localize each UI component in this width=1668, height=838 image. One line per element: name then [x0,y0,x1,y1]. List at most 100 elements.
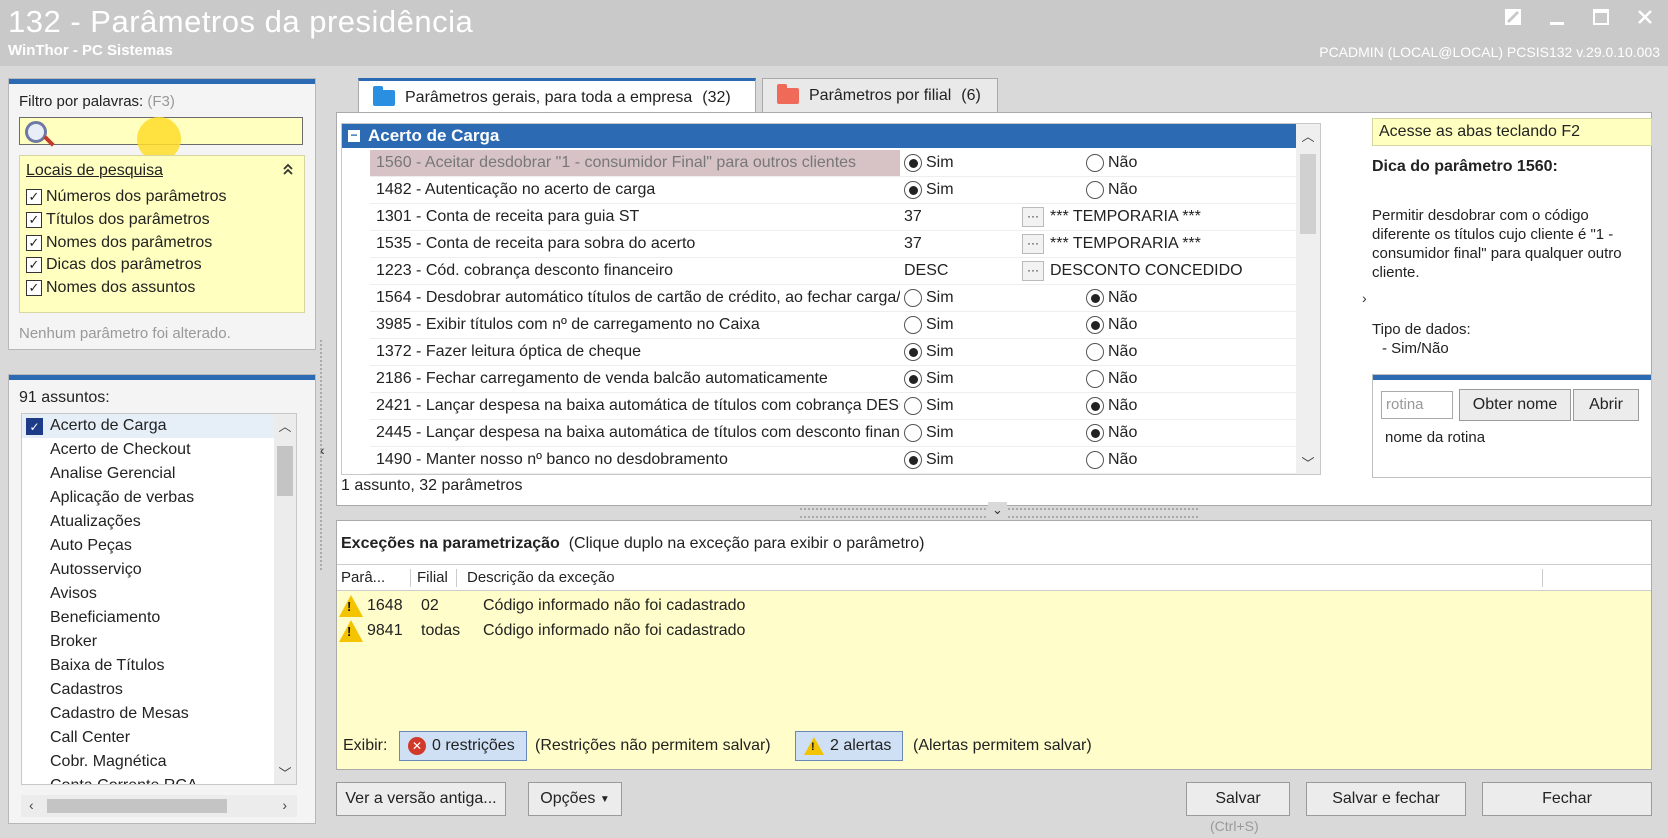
restrictions-button[interactable]: ✕ 0 restrições [399,731,527,761]
close-icon[interactable] [1634,6,1656,28]
list-item[interactable]: Aplicação de verbas [22,486,296,510]
parameter-row[interactable]: 1223 - Cód. cobrança desconto financeiro… [370,258,1296,285]
parameter-value[interactable]: Sim Não [900,312,1296,338]
checkbox-param-titles[interactable]: ✓ Títulos dos parâmetros [26,211,210,229]
list-item[interactable]: Acerto de Checkout [22,438,296,462]
parameter-value[interactable]: DESC ··· DESCONTO CONCEDIDO [900,258,1296,284]
chevron-right-icon[interactable]: › [1362,290,1367,306]
radio-no[interactable]: Não [1086,424,1137,442]
left-splitter[interactable]: ‹ [320,340,328,570]
list-item[interactable]: Atualizações [22,510,296,534]
horizontal-splitter[interactable]: ⌄ [800,502,1198,518]
checkbox-icon[interactable]: ✓ [26,257,42,273]
radio-yes[interactable]: Sim [904,451,954,469]
chevron-down-icon[interactable]: ﹀ [274,763,296,782]
subjects-list[interactable]: ✓ Acerto de Carga Acerto de Checkout Anal… [21,413,297,785]
radio-icon[interactable] [904,370,922,388]
parameter-row[interactable]: 1490 - Manter nosso nº banco no desdobra… [370,447,1296,474]
save-button[interactable]: Salvar [1186,782,1290,816]
radio-icon[interactable] [1086,397,1104,415]
radio-icon[interactable] [1086,289,1104,307]
list-item[interactable]: Cobr. Magnética [22,750,296,774]
column-header[interactable]: Descrição da exceção [463,569,1543,587]
parameter-value[interactable]: Sim Não [900,339,1296,365]
radio-yes[interactable]: Sim [904,154,954,172]
radio-icon[interactable] [1086,451,1104,469]
lookup-button[interactable]: ··· [1022,261,1044,281]
radio-yes[interactable]: Sim [904,370,954,388]
close-button[interactable]: Fechar [1482,782,1652,816]
radio-yes[interactable]: Sim [904,181,954,199]
checkbox-param-names[interactable]: ✓ Nomes dos parâmetros [26,234,212,252]
parameter-value[interactable]: Sim Não [900,285,1296,311]
alerts-button[interactable]: ! 2 alertas [795,731,903,761]
list-item[interactable]: Autosserviço [22,558,296,582]
checkbox-param-numbers[interactable]: ✓ Números dos parâmetros [26,188,227,206]
chevron-left-icon[interactable]: ‹ [320,442,325,458]
radio-no[interactable]: Não [1086,181,1137,199]
checkbox-icon[interactable]: ✓ [26,235,42,251]
list-item[interactable]: Beneficiamento [22,606,296,630]
collapse-icon[interactable] [282,162,294,179]
parameter-code[interactable]: DESC [904,262,948,280]
radio-yes[interactable]: Sim [904,397,954,415]
radio-icon[interactable] [904,289,922,307]
column-header[interactable]: Filial [413,569,457,587]
radio-icon[interactable] [1086,424,1104,442]
edit-icon[interactable] [1502,6,1524,28]
parameter-row[interactable]: 2421 - Lançar despesa na baixa automátic… [370,393,1296,420]
table-row[interactable]: ! 1648 02 Código informado não foi cadas… [337,595,1627,619]
group-header[interactable]: − Acerto de Carga [342,124,1320,148]
chevron-up-icon[interactable]: ︿ [274,416,296,435]
radio-yes[interactable]: Sim [904,424,954,442]
parameter-code[interactable]: 37 [904,235,922,253]
radio-yes[interactable]: Sim [904,343,954,361]
list-item[interactable]: Auto Peças [22,534,296,558]
radio-icon[interactable] [904,154,922,172]
list-item[interactable]: Baixa de Títulos [22,654,296,678]
radio-icon[interactable] [1086,316,1104,334]
open-button[interactable]: Abrir [1573,389,1639,421]
subjects-scrollbar[interactable]: ︿ ﹀ [274,414,296,784]
maximize-icon[interactable] [1590,6,1612,28]
collapse-icon[interactable]: − [348,129,360,142]
parameter-code[interactable]: 37 [904,208,922,226]
list-item[interactable]: ✓ Acerto de Carga [22,414,296,438]
parameter-value[interactable]: Sim Não [900,366,1296,392]
parameter-value[interactable]: Sim Não [900,420,1296,446]
radio-icon[interactable] [1086,343,1104,361]
parameter-value[interactable]: Sim Não [900,447,1296,473]
options-button[interactable]: Opções ▼ [528,782,622,816]
radio-icon[interactable] [904,424,922,442]
list-item[interactable]: Analise Gerencial [22,462,296,486]
table-row[interactable]: ! 9841 todas Código informado não foi ca… [337,620,1627,644]
parameter-value[interactable]: Sim Não [900,150,1296,176]
radio-no[interactable]: Não [1086,397,1137,415]
radio-no[interactable]: Não [1086,343,1137,361]
radio-icon[interactable] [1086,181,1104,199]
list-item[interactable]: Call Center [22,726,296,750]
get-name-button[interactable]: Obter nome [1459,389,1571,421]
radio-no[interactable]: Não [1086,451,1137,469]
radio-no[interactable]: Não [1086,289,1137,307]
search-locations-title[interactable]: Locais de pesquisa [26,162,163,180]
radio-icon[interactable] [1086,370,1104,388]
rotina-input[interactable]: rotina [1381,391,1453,419]
chevron-down-icon[interactable]: ﹀ [1296,453,1320,472]
parameter-row[interactable]: 1535 - Conta de receita para sobra do ac… [370,231,1296,258]
checkbox-icon[interactable]: ✓ [26,189,42,205]
radio-no[interactable]: Não [1086,154,1137,172]
radio-yes[interactable]: Sim [904,289,954,307]
checkbox-icon[interactable]: ✓ [26,212,42,228]
chevron-down-icon[interactable]: ⌄ [988,502,1007,518]
list-item[interactable]: Cadastro de Mesas [22,702,296,726]
chevron-left-icon[interactable]: ‹ [29,797,34,813]
old-version-button[interactable]: Ver a versão antiga... [336,782,506,816]
tab-general-params[interactable]: Parâmetros gerais, para toda a empresa (… [358,78,756,114]
parameter-row[interactable]: 1560 - Aceitar desdobrar "1 - consumidor… [370,150,1296,177]
list-item[interactable]: Cadastros [22,678,296,702]
chevron-up-icon[interactable]: ︿ [1296,126,1320,145]
subjects-hscrollbar[interactable]: ‹ › [21,795,297,817]
parameter-value[interactable]: Sim Não [900,177,1296,203]
column-header[interactable]: Parâ... [337,569,411,587]
